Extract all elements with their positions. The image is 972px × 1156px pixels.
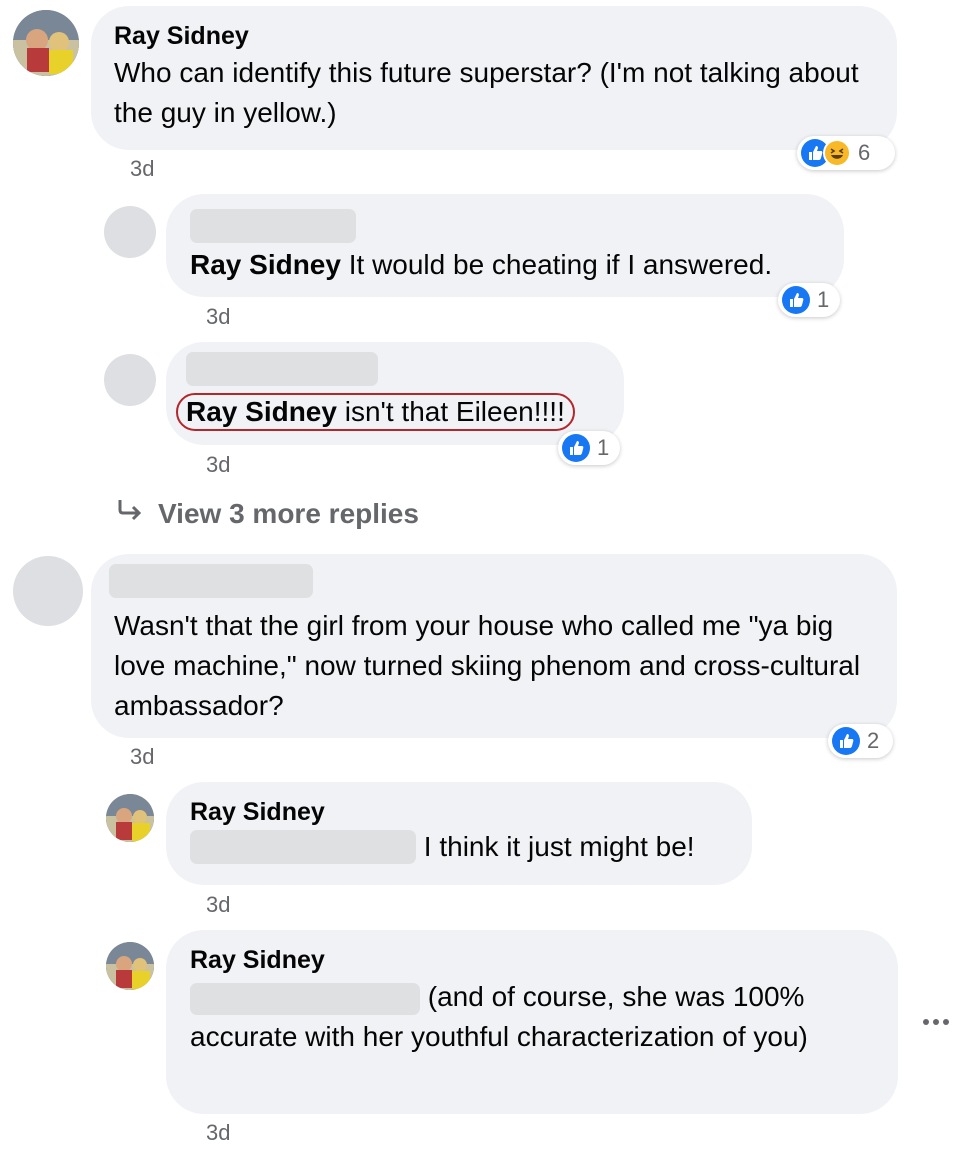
reply-arrow-icon [116, 496, 144, 531]
redacted-mention[interactable] [190, 830, 416, 864]
redacted-name [186, 352, 378, 386]
comment-text: Wasn't that the girl from your house who… [114, 610, 861, 721]
comment-body: I think it just might be! [416, 831, 695, 862]
comment-author[interactable]: Ray Sidney [190, 946, 898, 975]
reaction-summary[interactable]: 1 [558, 431, 620, 465]
reaction-summary[interactable]: 2 [828, 724, 893, 758]
comment-bubble: Ray Sidney Who can identify this future … [91, 6, 897, 150]
reaction-count: 1 [597, 435, 610, 460]
reaction-summary[interactable]: 6 [797, 136, 895, 170]
view-more-label: View 3 more replies [158, 497, 419, 529]
comment-timestamp[interactable]: 3d [206, 452, 230, 478]
mention-link[interactable]: Ray Sidney [186, 396, 337, 427]
avatar[interactable] [106, 942, 154, 990]
comment-text: Ray Sidney It would be cheating if I ans… [190, 245, 844, 285]
comment-author-redacted [109, 564, 897, 598]
comment-text: Ray Sidney isn't that Eileen!!!! [176, 393, 575, 431]
like-icon [832, 727, 860, 755]
reaction-count: 2 [867, 728, 880, 753]
comment-bubble: Wasn't that the girl from your house who… [91, 554, 897, 738]
comment-text: (and of course, she was 100% accurate wi… [190, 977, 870, 1057]
comment-bubble: Ray Sidney (and of course, she was 100% … [166, 930, 898, 1114]
reaction-count: 1 [817, 287, 830, 312]
comment-text: I think it just might be! [190, 827, 752, 867]
comment-body: isn't that Eileen!!!! [336, 396, 565, 427]
mention-link[interactable]: Ray Sidney [190, 249, 341, 280]
redacted-name [109, 564, 313, 598]
avatar[interactable] [13, 10, 79, 76]
like-icon [562, 434, 590, 462]
comment-author[interactable]: Ray Sidney [114, 22, 897, 51]
reaction-count: 6 [858, 140, 871, 165]
comment-bubble: Ray Sidney isn't that Eileen!!!! [166, 342, 624, 445]
comment-timestamp[interactable]: 3d [206, 304, 230, 330]
reaction-summary[interactable]: 1 [778, 283, 840, 317]
redacted-name [190, 209, 356, 243]
comment-text: Who can identify this future superstar? … [114, 57, 859, 128]
like-icon [782, 286, 810, 314]
comment-author-redacted [190, 209, 844, 243]
comment-bubble: Ray Sidney I think it just might be! [166, 782, 752, 885]
redacted-mention[interactable] [190, 982, 420, 1015]
comment-bubble: Ray Sidney It would be cheating if I ans… [166, 194, 844, 297]
comment-body: It would be cheating if I answered. [340, 249, 773, 280]
comment-timestamp[interactable]: 3d [130, 744, 154, 770]
avatar[interactable] [106, 794, 154, 842]
avatar[interactable] [104, 206, 156, 258]
comment-timestamp[interactable]: 3d [206, 892, 230, 918]
view-more-replies-button[interactable]: View 3 more replies [116, 496, 419, 531]
more-options-icon[interactable] [918, 1012, 954, 1032]
haha-icon [823, 139, 851, 167]
avatar[interactable] [104, 354, 156, 406]
avatar[interactable] [13, 556, 83, 626]
comment-timestamp[interactable]: 3d [130, 156, 154, 182]
comment-timestamp[interactable]: 3d [206, 1120, 230, 1146]
comment-author[interactable]: Ray Sidney [190, 798, 752, 827]
comment-author-redacted [186, 352, 624, 386]
